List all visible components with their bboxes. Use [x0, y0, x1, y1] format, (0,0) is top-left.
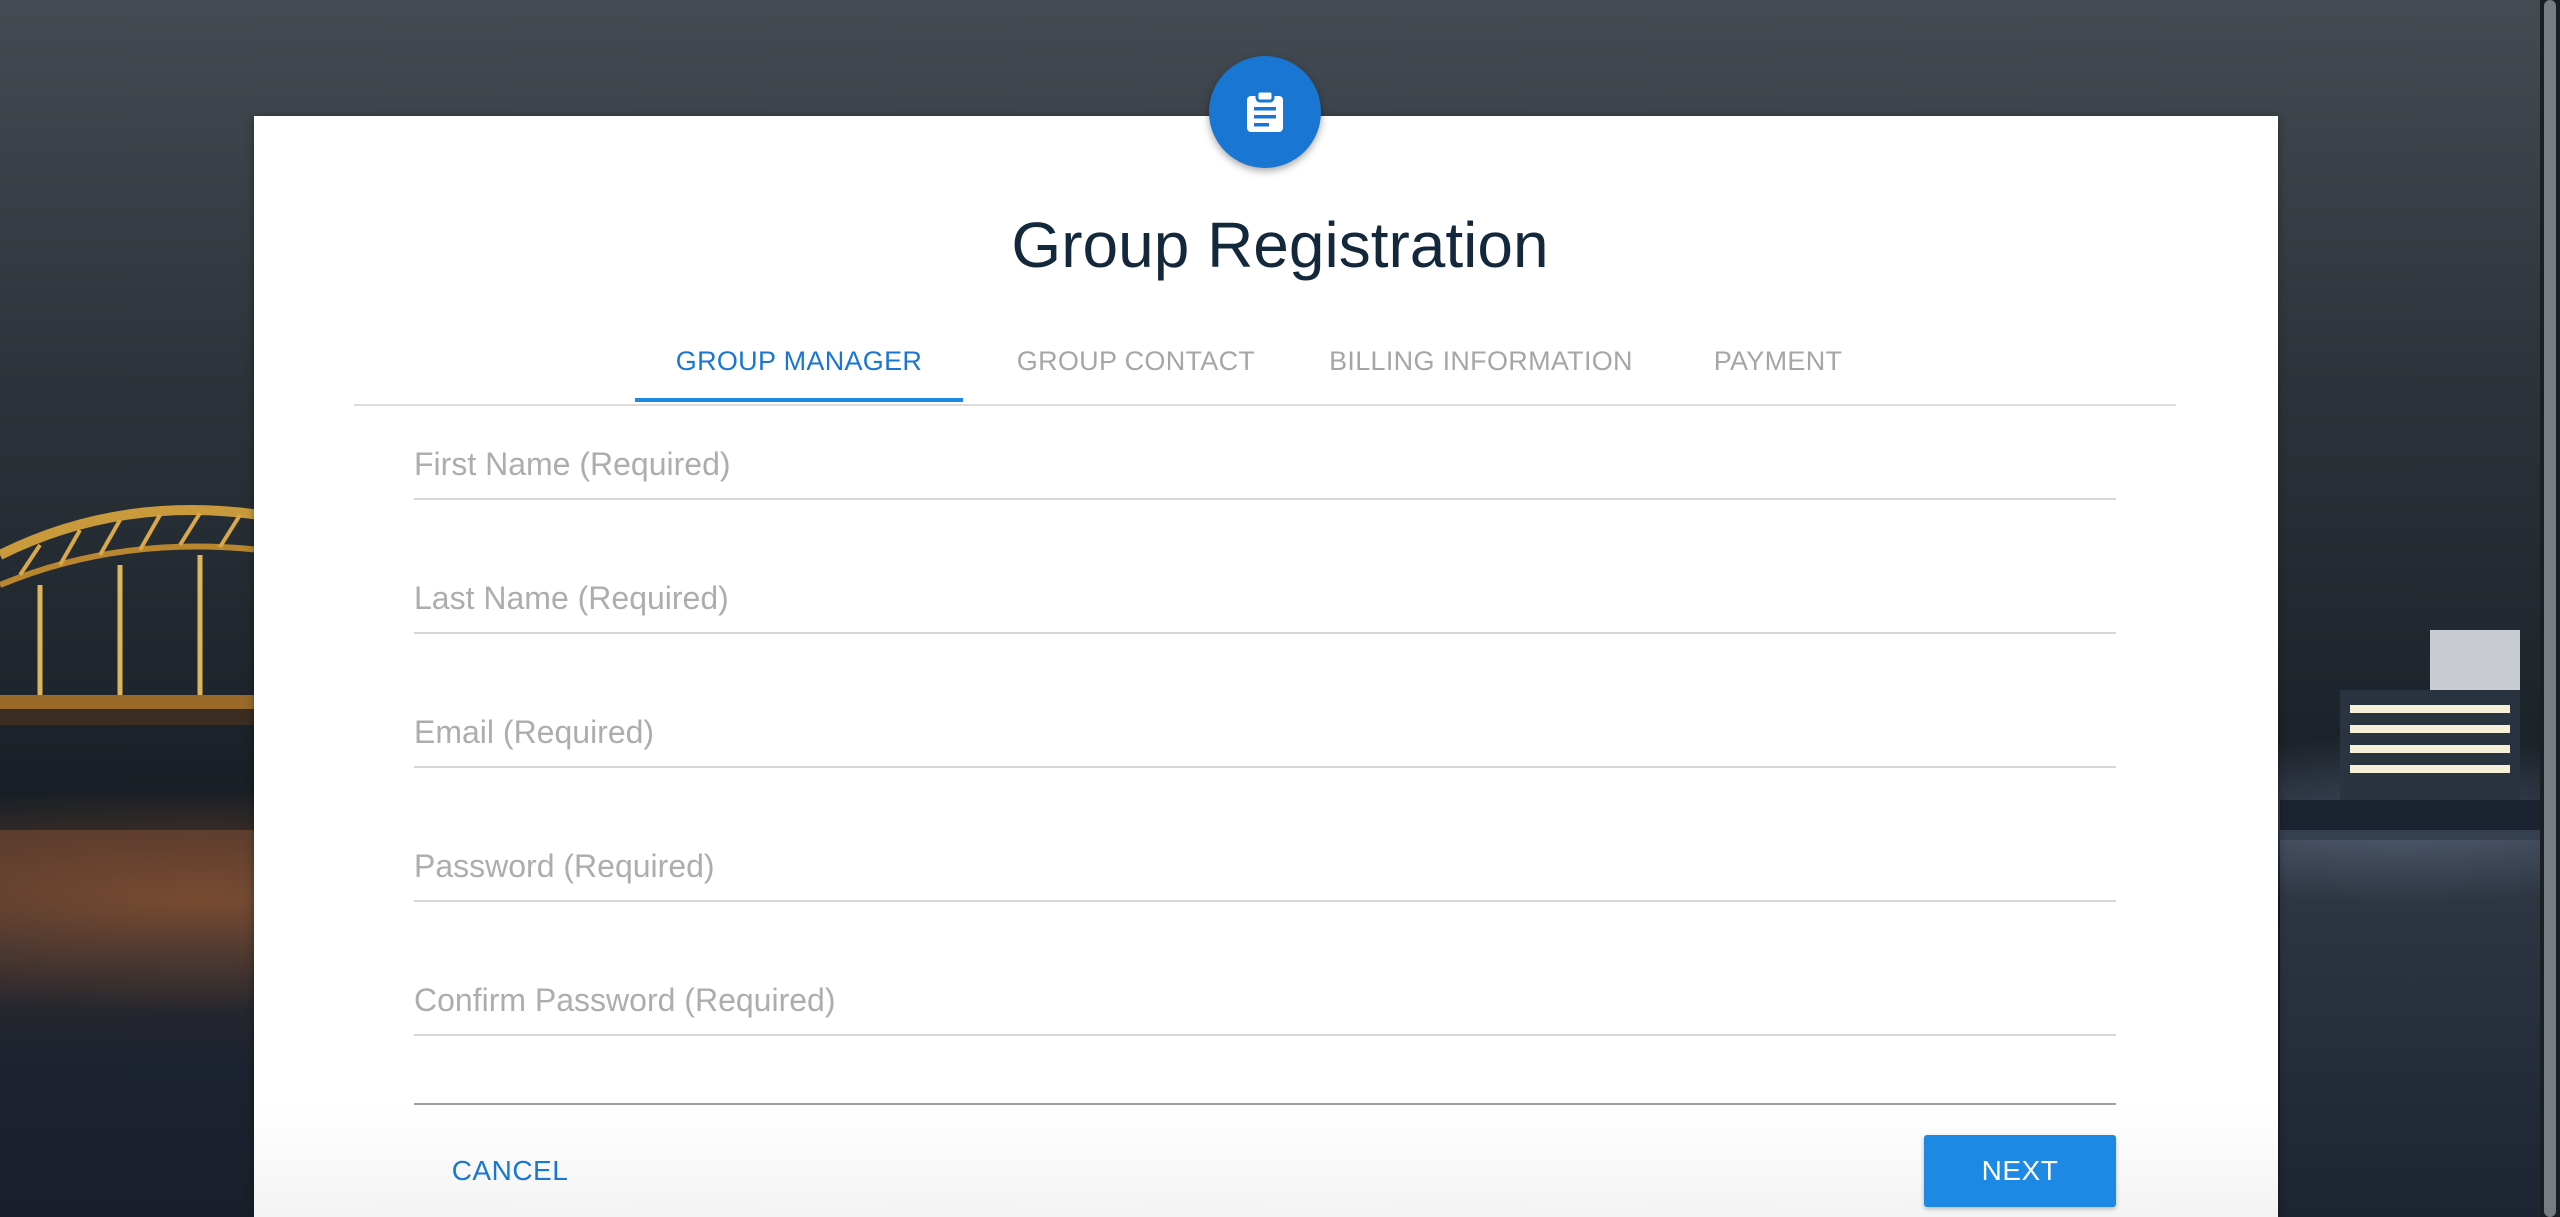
email-input[interactable] — [414, 702, 2116, 762]
first-name-input[interactable] — [414, 434, 2116, 494]
form-divider — [414, 1103, 2116, 1105]
scrollbar-thumb[interactable] — [2544, 0, 2556, 1217]
email-field — [414, 694, 2116, 768]
tab-payment[interactable]: PAYMENT — [1693, 320, 1863, 402]
tab-billing-information[interactable]: BILLING INFORMATION — [1311, 320, 1651, 402]
page-scrollbar[interactable] — [2540, 0, 2560, 1217]
active-tab-indicator — [635, 398, 963, 402]
water-reflection-left — [0, 830, 260, 1217]
header-badge — [1209, 56, 1321, 168]
bridge-illustration — [0, 505, 260, 725]
water-reflection-right — [2280, 830, 2540, 1217]
next-button[interactable]: NEXT — [1924, 1135, 2116, 1207]
password-input[interactable] — [414, 836, 2116, 896]
registration-tabs: GROUP MANAGER GROUP CONTACT BILLING INFO… — [354, 320, 2176, 406]
city-buildings-illustration — [2280, 630, 2540, 840]
last-name-input[interactable] — [414, 568, 2116, 628]
confirm-password-field — [414, 962, 2116, 1036]
first-name-field — [414, 426, 2116, 500]
clipboard-icon — [1247, 90, 1283, 132]
last-name-field — [414, 560, 2116, 634]
page-title: Group Registration — [1011, 209, 1549, 281]
tab-group-manager[interactable]: GROUP MANAGER — [635, 320, 963, 402]
cancel-button[interactable]: CANCEL — [430, 1135, 590, 1207]
password-field — [414, 828, 2116, 902]
confirm-password-input[interactable] — [414, 970, 2116, 1030]
tab-group-contact[interactable]: GROUP CONTACT — [1003, 320, 1269, 402]
